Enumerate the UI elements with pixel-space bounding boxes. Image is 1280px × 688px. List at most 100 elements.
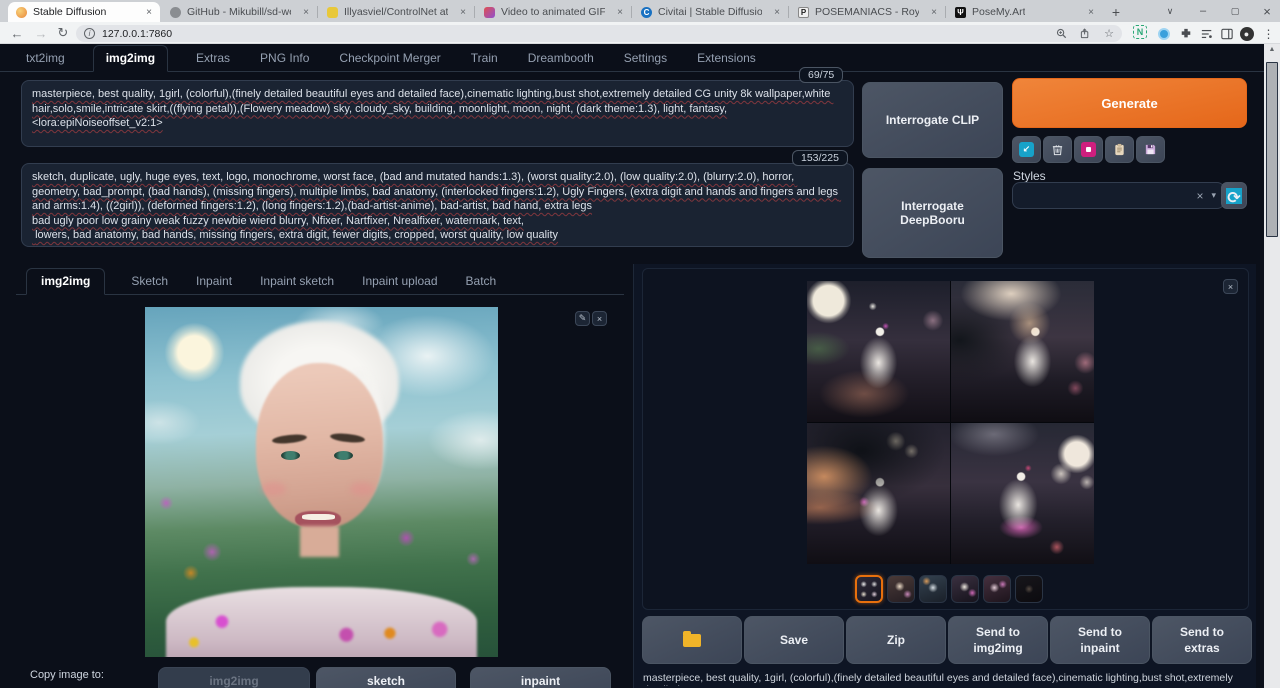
gif-converter-favicon <box>484 7 495 18</box>
styles-clear-icon[interactable]: × <box>1196 189 1203 203</box>
copy-to-sketch-button[interactable]: sketch <box>316 667 456 688</box>
reload-button[interactable]: ↻ <box>54 24 72 42</box>
browser-tab-strip: Stable Diffusion × GitHub - Mikubill/sd-… <box>0 0 1280 22</box>
refresh-styles-button[interactable]: ⟳ <box>1221 182 1247 209</box>
mode-tab-inpaint-sketch[interactable]: Inpaint sketch <box>258 269 336 294</box>
copy-to-img2img-button[interactable]: img2img <box>158 667 310 688</box>
github-favicon <box>170 7 181 18</box>
tab-close-icon[interactable]: × <box>303 7 309 18</box>
browser-menu-icon[interactable]: ⋮ <box>1260 25 1277 42</box>
tab-title: Stable Diffusion <box>33 6 106 18</box>
send-to-extras-button[interactable]: Send to extras <box>1152 616 1252 664</box>
stable-diffusion-favicon <box>16 7 27 18</box>
styles-dropdown[interactable]: × ▾ <box>1012 182 1225 209</box>
browser-tab-controlnet[interactable]: Illyasviel/ControlNet at main × <box>319 2 474 22</box>
share-icon[interactable] <box>1080 28 1091 39</box>
tab-close-icon[interactable]: × <box>146 7 152 18</box>
tab-search-chevron-icon[interactable]: ∨ <box>1158 0 1182 22</box>
result-image-4[interactable] <box>951 423 1094 564</box>
send-to-img2img-button[interactable]: Send to img2img <box>948 616 1048 664</box>
back-button[interactable]: ← <box>8 24 26 42</box>
thumbnail-6[interactable] <box>1015 575 1043 603</box>
remove-image-button[interactable]: × <box>592 311 607 326</box>
edit-image-button[interactable]: ✎ <box>575 311 590 326</box>
window-close-button[interactable]: × <box>1252 0 1280 22</box>
clipboard-icon <box>1113 143 1126 156</box>
mode-tab-inpaint[interactable]: Inpaint <box>194 269 234 294</box>
zoom-icon[interactable] <box>1056 28 1067 39</box>
scrollbar-thumb[interactable] <box>1266 62 1278 237</box>
clear-prompt-button[interactable] <box>1043 136 1072 163</box>
tab-extensions[interactable]: Extensions <box>695 46 758 71</box>
tab-title: GitHub - Mikubill/sd-webui-co <box>187 6 291 18</box>
tab-title: PoseMy.Art <box>972 6 1025 18</box>
new-tab-button[interactable]: + <box>1106 3 1126 21</box>
generate-button[interactable]: Generate <box>1012 78 1247 128</box>
site-info-icon[interactable]: i <box>84 28 95 39</box>
profile-avatar[interactable]: ● <box>1238 25 1255 42</box>
window-minimize-button[interactable]: – <box>1188 0 1218 22</box>
thumbnail-4[interactable] <box>951 575 979 603</box>
tab-close-icon[interactable]: × <box>1088 7 1094 18</box>
page-scrollbar[interactable]: ▲ <box>1264 44 1280 688</box>
browser-tab-posemaniacs[interactable]: P POSEMANIACS - Royalty free 3 × <box>790 2 945 22</box>
tab-txt2img[interactable]: txt2img <box>24 46 67 71</box>
tab-settings[interactable]: Settings <box>622 46 669 71</box>
thumbnail-5[interactable] <box>983 575 1011 603</box>
thumbnail-3[interactable] <box>919 575 947 603</box>
browser-tab-civitai[interactable]: C Civitai | Stable Diffusion model × <box>633 2 788 22</box>
copy-to-inpaint-button[interactable]: inpaint <box>470 667 611 688</box>
tab-dreambooth[interactable]: Dreambooth <box>526 46 596 71</box>
browser-tab-posemyart[interactable]: Ψ PoseMy.Art × <box>947 2 1102 22</box>
tab-close-icon[interactable]: × <box>931 7 937 18</box>
tab-close-icon[interactable]: × <box>617 7 623 18</box>
mode-tab-inpaint-upload[interactable]: Inpaint upload <box>360 269 439 294</box>
result-image-2[interactable] <box>951 281 1094 422</box>
scrollbar-up-arrow[interactable]: ▲ <box>1264 46 1280 53</box>
interrogate-deepbooru-button[interactable]: Interrogate DeepBooru <box>862 168 1003 258</box>
paste-generation-params-button[interactable]: ↙ <box>1012 136 1041 163</box>
stable-diffusion-webui: txt2img img2img Extras PNG Info Checkpoi… <box>0 44 1264 688</box>
media-queue-icon[interactable] <box>1198 25 1215 42</box>
browser-tab-github[interactable]: GitHub - Mikubill/sd-webui-co × <box>162 2 317 22</box>
styles-dropdown-arrow-icon[interactable]: ▾ <box>1211 190 1216 201</box>
mode-tab-sketch[interactable]: Sketch <box>129 269 170 294</box>
zip-button[interactable]: Zip <box>846 616 946 664</box>
save-button[interactable]: Save <box>744 616 844 664</box>
tab-close-icon[interactable]: × <box>460 7 466 18</box>
img2img-source-image[interactable] <box>145 307 498 657</box>
open-folder-button[interactable] <box>642 616 742 664</box>
browser-tab-gif-converter[interactable]: Video to animated GIF converter × <box>476 2 631 22</box>
mode-tab-img2img[interactable]: img2img <box>26 268 105 295</box>
extensions-puzzle-icon[interactable] <box>1177 25 1194 42</box>
save-style-button[interactable] <box>1136 136 1165 163</box>
address-bar[interactable]: i 127.0.0.1:7860 ☆ <box>76 25 1122 42</box>
tab-img2img[interactable]: img2img <box>93 45 168 72</box>
tab-checkpoint-merger[interactable]: Checkpoint Merger <box>337 46 442 71</box>
window-maximize-button[interactable]: ▢ <box>1220 0 1250 22</box>
extension-blue-icon[interactable] <box>1155 25 1172 42</box>
extension-n-icon[interactable]: N <box>1133 25 1147 39</box>
bookmark-star-icon[interactable]: ☆ <box>1104 27 1114 40</box>
apply-styles-button[interactable] <box>1105 136 1134 163</box>
extra-networks-button[interactable] <box>1074 136 1103 163</box>
forward-button[interactable]: → <box>32 24 50 42</box>
thumbnail-1-selected[interactable] <box>855 575 883 603</box>
result-image-grid[interactable] <box>807 281 1094 564</box>
negative-prompt-input[interactable]: sketch, duplicate, ugly, huge eyes, text… <box>21 163 854 247</box>
side-panel-icon[interactable] <box>1218 25 1235 42</box>
screen: Stable Diffusion × GitHub - Mikubill/sd-… <box>0 0 1280 688</box>
tab-train[interactable]: Train <box>469 46 500 71</box>
send-to-inpaint-button[interactable]: Send to inpaint <box>1050 616 1150 664</box>
mode-tab-batch[interactable]: Batch <box>464 269 499 294</box>
thumbnail-2[interactable] <box>887 575 915 603</box>
tab-close-icon[interactable]: × <box>774 7 780 18</box>
prompt-input[interactable]: masterpiece, best quality, 1girl, (color… <box>21 80 854 147</box>
result-image-3[interactable] <box>807 423 950 564</box>
tab-extras[interactable]: Extras <box>194 46 232 71</box>
close-gallery-button[interactable]: × <box>1223 279 1238 294</box>
browser-tab-stable-diffusion[interactable]: Stable Diffusion × <box>8 2 160 22</box>
tab-png-info[interactable]: PNG Info <box>258 46 311 71</box>
interrogate-clip-button[interactable]: Interrogate CLIP <box>862 82 1003 158</box>
result-image-1[interactable] <box>807 281 950 422</box>
